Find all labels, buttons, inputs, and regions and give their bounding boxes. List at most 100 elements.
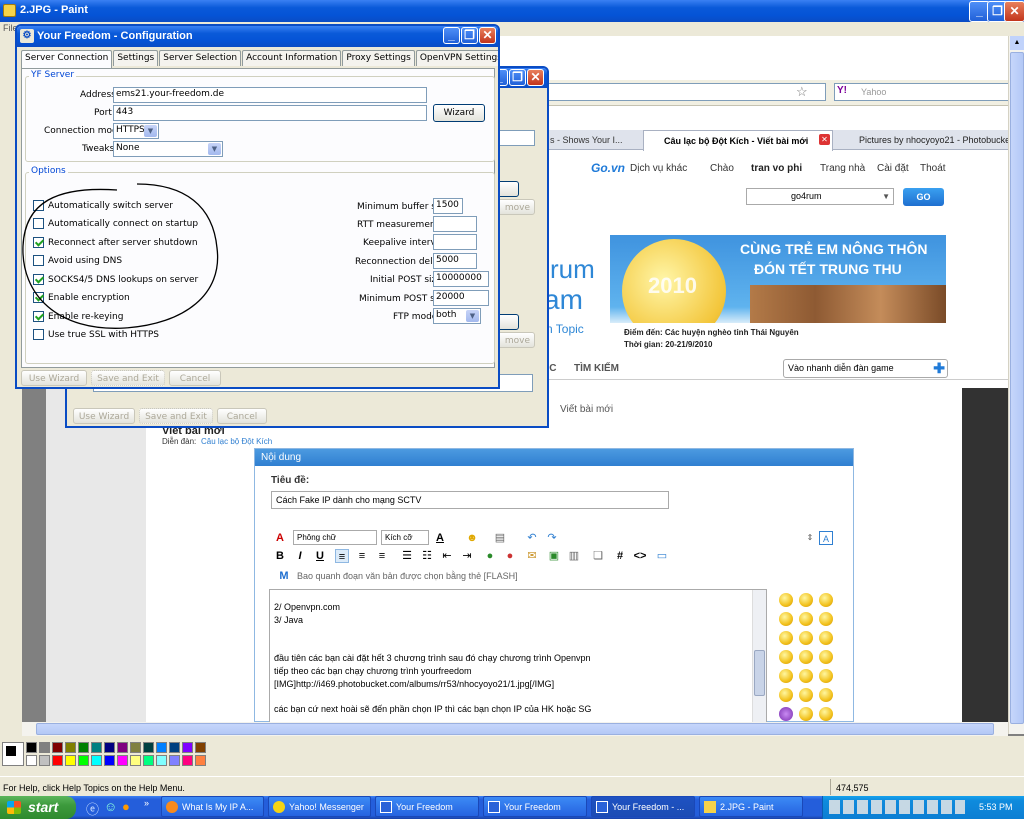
smiley-19[interactable] xyxy=(779,707,793,721)
palette-swatch[interactable] xyxy=(39,755,50,766)
hscroll-thumb[interactable] xyxy=(36,723,994,735)
horizontal-scrollbar[interactable] xyxy=(22,722,1008,736)
min-buffer-input[interactable]: 1500 xyxy=(433,198,463,214)
palette-swatch[interactable] xyxy=(91,742,102,753)
go-logo[interactable]: Go.vn xyxy=(591,161,625,175)
wizard-button[interactable]: Wizard xyxy=(433,104,485,122)
smiley-1[interactable] xyxy=(779,593,793,607)
ordered-list-icon[interactable]: ☰ xyxy=(400,549,414,563)
message-editor[interactable]: 2/ Openvpn.com 3/ Java đầu tiên các bạn … xyxy=(269,589,767,722)
palette-swatch[interactable] xyxy=(195,755,206,766)
palette-swatch[interactable] xyxy=(104,755,115,766)
smiley-14[interactable] xyxy=(799,669,813,683)
palette-swatch[interactable] xyxy=(91,755,102,766)
editor-scroll-thumb[interactable] xyxy=(754,650,765,696)
star-icon[interactable]: ☆ xyxy=(796,84,808,100)
indent-icon[interactable]: ⇥ xyxy=(460,549,474,563)
smiley-icon[interactable]: ☻ xyxy=(465,531,479,545)
palette-swatch[interactable] xyxy=(78,755,89,766)
smiley-6[interactable] xyxy=(819,612,833,626)
video-icon[interactable]: ▥ xyxy=(567,549,581,563)
smiley-17[interactable] xyxy=(799,688,813,702)
yf-back-maximize[interactable]: ❐ xyxy=(509,69,526,86)
forum-select[interactable]: go4rum ▼ xyxy=(746,188,894,205)
yf-back-field[interactable] xyxy=(499,130,535,146)
flash-icon[interactable]: M xyxy=(277,569,291,583)
palette-swatch[interactable] xyxy=(169,755,180,766)
yf-maximize-button[interactable]: ❐ xyxy=(461,27,478,44)
palette-swatch[interactable] xyxy=(65,755,76,766)
initial-post-input[interactable]: 10000000 xyxy=(433,271,489,287)
browser-tab-2[interactable]: Câu lạc bộ Đột Kích - Viết bài mới xyxy=(643,130,833,151)
html-code-icon[interactable]: <> xyxy=(633,549,647,563)
outdent-icon[interactable]: ⇤ xyxy=(440,549,454,563)
tab-openvpn-settings[interactable]: OpenVPN Settings xyxy=(415,50,498,66)
address-bar[interactable] xyxy=(546,83,826,101)
quicklaunch-ie-icon[interactable]: ⓔ xyxy=(86,799,99,818)
palette-swatches[interactable] xyxy=(26,742,208,768)
palette-swatch[interactable] xyxy=(195,742,206,753)
menu-item-search[interactable]: TÌM KIẾM xyxy=(574,363,619,374)
align-left-icon[interactable]: ≡ xyxy=(335,549,349,563)
underline-icon[interactable]: U xyxy=(313,549,327,563)
unlink-icon[interactable]: ● xyxy=(503,549,517,563)
palette-swatch[interactable] xyxy=(130,742,141,753)
font-select[interactable]: Phông chữ xyxy=(293,530,377,545)
yf-back-close[interactable]: ✕ xyxy=(527,69,544,86)
editor-scrollbar[interactable] xyxy=(752,590,766,722)
quote-icon[interactable]: ❏ xyxy=(591,549,605,563)
palette-swatch[interactable] xyxy=(143,755,154,766)
quicklaunch-firefox-icon[interactable]: ● xyxy=(122,799,130,814)
go-button[interactable]: GO xyxy=(903,188,944,206)
palette-swatch[interactable] xyxy=(143,742,154,753)
nav-username[interactable]: tran vo phi xyxy=(751,163,802,174)
nav-home[interactable]: Trang nhà xyxy=(820,163,865,174)
nav-services[interactable]: Dịch vụ khác xyxy=(630,163,687,174)
palette-swatch[interactable] xyxy=(117,755,128,766)
smiley-18[interactable] xyxy=(819,688,833,702)
palette-swatch[interactable] xyxy=(182,742,193,753)
smiley-7[interactable] xyxy=(779,631,793,645)
palette-swatch[interactable] xyxy=(52,755,63,766)
quicklaunch-expand-icon[interactable]: » xyxy=(144,798,149,808)
reconnect-delay-input[interactable]: 5000 xyxy=(433,253,477,269)
smiley-21[interactable] xyxy=(819,707,833,721)
keepalive-input[interactable] xyxy=(433,234,477,250)
yf-minimize-button[interactable]: _ xyxy=(443,27,460,44)
smiley-5[interactable] xyxy=(799,612,813,626)
smiley-20[interactable] xyxy=(799,707,813,721)
tab-server-connection[interactable]: Server Connection xyxy=(21,50,113,68)
task-your-freedom-2[interactable]: Your Freedom xyxy=(483,796,587,817)
palette-swatch[interactable] xyxy=(156,742,167,753)
palette-swatch[interactable] xyxy=(117,742,128,753)
php-code-icon[interactable]: ▭ xyxy=(655,549,669,563)
min-post-input[interactable]: 20000 xyxy=(433,290,489,306)
tab-proxy-settings[interactable]: Proxy Settings xyxy=(342,50,415,66)
smiley-10[interactable] xyxy=(779,650,793,664)
smiley-12[interactable] xyxy=(819,650,833,664)
tab-settings[interactable]: Settings xyxy=(113,50,159,66)
smiley-8[interactable] xyxy=(799,631,813,645)
current-colors[interactable] xyxy=(2,742,24,766)
save-and-exit-button[interactable]: Save and Exit xyxy=(91,370,165,386)
start-button[interactable]: start xyxy=(0,796,76,819)
palette-swatch[interactable] xyxy=(26,755,37,766)
smiley-11[interactable] xyxy=(799,650,813,664)
image-icon[interactable]: ▣ xyxy=(547,549,561,563)
tab-server-selection[interactable]: Server Selection xyxy=(159,50,242,66)
redo-icon[interactable]: ↷ xyxy=(545,531,559,545)
bold-icon[interactable]: B xyxy=(273,549,287,563)
browser-tab-1[interactable]: s - Shows Your I... xyxy=(546,131,642,150)
email-icon[interactable]: ✉ xyxy=(525,549,539,563)
task-your-freedom-1[interactable]: Your Freedom xyxy=(375,796,479,817)
palette-swatch[interactable] xyxy=(39,742,50,753)
smiley-15[interactable] xyxy=(819,669,833,683)
tray-icons[interactable] xyxy=(829,800,965,814)
unordered-list-icon[interactable]: ☷ xyxy=(420,549,434,563)
quick-forum-select[interactable]: Vào nhanh diễn đàn game ✚ xyxy=(783,359,948,378)
subject-input[interactable]: Cách Fake IP dành cho mạng SCTV xyxy=(271,491,669,509)
text-color-icon[interactable]: A xyxy=(433,531,447,545)
palette-swatch[interactable] xyxy=(78,742,89,753)
yf-back-save-exit[interactable]: Save and Exit xyxy=(139,408,213,424)
palette-swatch[interactable] xyxy=(182,755,193,766)
